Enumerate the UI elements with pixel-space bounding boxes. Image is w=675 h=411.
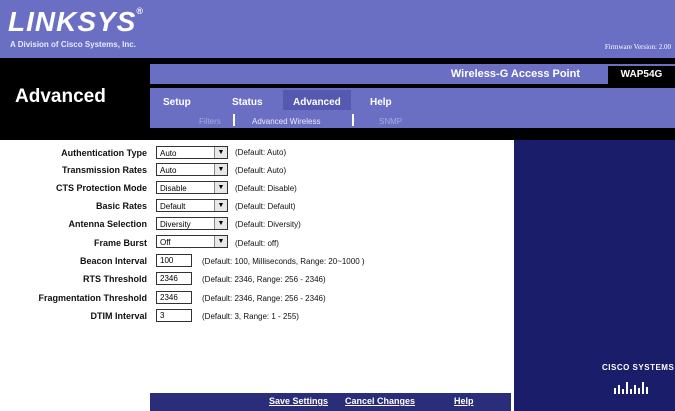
label-frame-burst: Frame Burst bbox=[93, 238, 147, 248]
product-name: Wireless-G Access Point bbox=[450, 68, 580, 80]
side-panel-edge bbox=[511, 140, 514, 411]
default-transmission-rates: (Default: Auto) bbox=[235, 166, 287, 175]
select-transmission-rates[interactable]: Auto ▼ bbox=[156, 163, 228, 176]
subtab-filters[interactable]: Filters bbox=[199, 117, 221, 126]
default-fragmentation-threshold: (Default: 2346, Range: 256 - 2346) bbox=[202, 294, 326, 303]
label-cts-protection-mode: CTS Protection Mode bbox=[55, 183, 147, 193]
label-antenna-selection: Antenna Selection bbox=[68, 219, 147, 229]
select-authentication-type[interactable]: Auto ▼ bbox=[156, 146, 228, 159]
product-model: WAP54G bbox=[608, 66, 675, 84]
default-basic-rates: (Default: Default) bbox=[235, 202, 296, 211]
select-frame-burst[interactable]: Off ▼ bbox=[156, 235, 228, 248]
label-basic-rates: Basic Rates bbox=[95, 201, 147, 211]
logo-subtitle: A Division of Cisco Systems, Inc. bbox=[10, 40, 136, 49]
subtab-advanced-wireless[interactable]: Advanced Wireless bbox=[252, 117, 320, 126]
select-antenna-selection[interactable]: Diversity ▼ bbox=[156, 217, 228, 230]
save-settings-button[interactable]: Save Settings bbox=[269, 396, 328, 406]
help-button[interactable]: Help bbox=[454, 396, 474, 406]
tab-help[interactable]: Help bbox=[370, 97, 392, 108]
default-rts-threshold: (Default: 2346, Range: 256 - 2346) bbox=[202, 275, 326, 284]
subtab-separator bbox=[352, 114, 354, 126]
tab-advanced[interactable]: Advanced bbox=[293, 97, 341, 108]
default-beacon-interval: (Default: 100, Milliseconds, Range: 20~1… bbox=[202, 257, 365, 266]
tab-setup[interactable]: Setup bbox=[163, 97, 191, 108]
input-dtim-interval[interactable]: 3 bbox=[156, 309, 192, 322]
label-transmission-rates: Transmission Rates bbox=[61, 165, 147, 175]
subtab-snmp[interactable]: SNMP bbox=[379, 117, 402, 126]
input-beacon-interval[interactable]: 100 bbox=[156, 254, 192, 267]
cisco-logo-text: CISCO SYSTEMS bbox=[602, 363, 675, 372]
label-authentication-type: Authentication Type bbox=[61, 148, 147, 158]
nav-bar bbox=[150, 88, 675, 128]
label-dtim-interval: DTIM Interval bbox=[90, 311, 147, 321]
dropdown-arrow-icon[interactable]: ▼ bbox=[214, 200, 227, 211]
dropdown-arrow-icon[interactable]: ▼ bbox=[214, 147, 227, 158]
default-frame-burst: (Default: off) bbox=[235, 239, 279, 248]
cancel-changes-button[interactable]: Cancel Changes bbox=[345, 396, 415, 406]
label-beacon-interval: Beacon Interval bbox=[79, 256, 147, 266]
dropdown-arrow-icon[interactable]: ▼ bbox=[214, 182, 227, 193]
select-cts-protection-mode[interactable]: Disable ▼ bbox=[156, 181, 228, 194]
page-title: Advanced bbox=[15, 86, 106, 107]
default-dtim-interval: (Default: 3, Range: 1 - 255) bbox=[202, 312, 299, 321]
label-fragmentation-threshold: Fragmentation Threshold bbox=[38, 293, 147, 303]
default-antenna-selection: (Default: Diversity) bbox=[235, 220, 301, 229]
product-strip bbox=[150, 64, 675, 84]
default-authentication-type: (Default: Auto) bbox=[235, 148, 287, 157]
select-basic-rates[interactable]: Default ▼ bbox=[156, 199, 228, 212]
subtab-separator bbox=[233, 114, 235, 126]
tab-status[interactable]: Status bbox=[232, 97, 263, 108]
input-fragmentation-threshold[interactable]: 2346 bbox=[156, 291, 192, 304]
default-cts-protection-mode: (Default: Disable) bbox=[235, 184, 297, 193]
dropdown-arrow-icon[interactable]: ▼ bbox=[214, 164, 227, 175]
dropdown-arrow-icon[interactable]: ▼ bbox=[214, 236, 227, 247]
input-rts-threshold[interactable]: 2346 bbox=[156, 272, 192, 285]
cisco-bars-icon bbox=[614, 382, 648, 394]
linksys-logo: LINKSYS® bbox=[8, 6, 144, 37]
firmware-version: Firmware Version: 2.00 bbox=[604, 43, 671, 51]
dropdown-arrow-icon[interactable]: ▼ bbox=[214, 218, 227, 229]
label-rts-threshold: RTS Threshold bbox=[82, 274, 147, 284]
